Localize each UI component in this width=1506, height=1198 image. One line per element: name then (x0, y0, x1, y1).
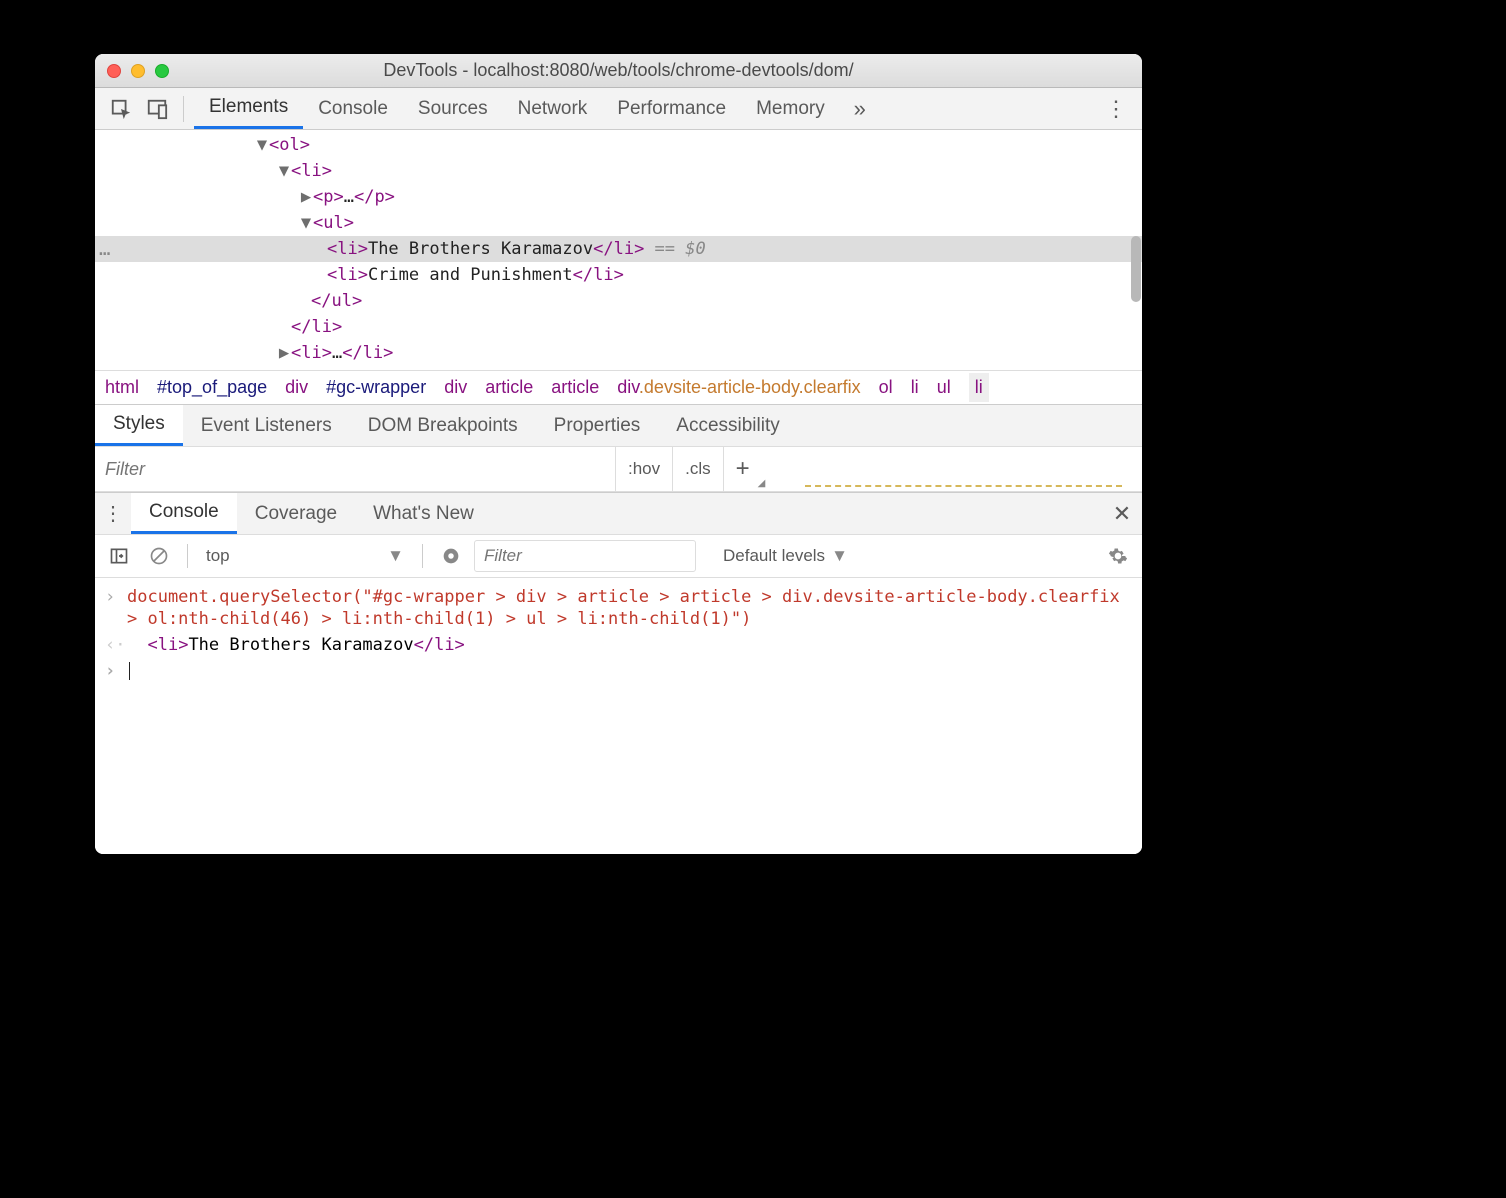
breadcrumb-item[interactable]: #top_of_page (157, 377, 267, 398)
breadcrumb-item[interactable]: div (285, 377, 308, 398)
dom-node-row[interactable]: <li>Crime and Punishment</li> (95, 262, 1142, 288)
breadcrumb-item[interactable]: li (969, 373, 989, 402)
breadcrumb-item[interactable]: article (551, 377, 599, 398)
sub-tab-styles[interactable]: Styles (95, 405, 183, 446)
device-toolbar-icon[interactable] (141, 93, 173, 125)
breadcrumb-item[interactable]: ol (879, 377, 893, 398)
box-model-preview (805, 485, 1122, 491)
separator (183, 96, 184, 122)
drawer-tab-what-s-new[interactable]: What's New (355, 493, 492, 534)
sub-tab-accessibility[interactable]: Accessibility (658, 405, 797, 446)
tab-sources[interactable]: Sources (403, 88, 503, 129)
tab-console[interactable]: Console (303, 88, 403, 129)
console-output[interactable]: › document.querySelector("#gc-wrapper > … (95, 578, 1142, 854)
console-filter-input[interactable] (475, 541, 695, 571)
breadcrumb-item[interactable]: html (105, 377, 139, 398)
dom-node-row[interactable]: ▼<li> (95, 158, 1142, 184)
console-input-text: document.querySelector("#gc-wrapper > di… (127, 586, 1132, 630)
output-chevron-icon: ‹· (105, 634, 127, 656)
dom-node-row[interactable]: ▶<p>…</p> (95, 184, 1142, 210)
dom-node-row[interactable]: ▶<li>…</li> (95, 340, 1142, 366)
elements-dom-tree[interactable]: ▼<ol>▼<li>▶<p>…</p>▼<ul><li>The Brothers… (95, 130, 1142, 370)
drawer-menu-icon[interactable]: ⋮ (95, 501, 131, 526)
tab-network[interactable]: Network (503, 88, 603, 129)
console-output-text: <li>The Brothers Karamazov</li> (127, 634, 1132, 656)
live-expression-icon[interactable] (435, 540, 467, 572)
scrollbar-thumb[interactable] (1131, 236, 1141, 302)
more-tabs-icon[interactable]: » (844, 93, 876, 125)
input-chevron-icon: › (105, 586, 127, 630)
dom-node-row[interactable]: ▼<ul> (95, 210, 1142, 236)
drawer-tab-console[interactable]: Console (131, 493, 237, 534)
tab-elements[interactable]: Elements (194, 88, 303, 129)
console-settings-icon[interactable] (1102, 540, 1134, 572)
inspect-element-icon[interactable] (105, 93, 137, 125)
console-input-row: › document.querySelector("#gc-wrapper > … (95, 584, 1142, 632)
separator (422, 544, 423, 568)
breadcrumb-item[interactable]: ul (937, 377, 951, 398)
console-sidebar-toggle-icon[interactable] (103, 540, 135, 572)
tab-performance[interactable]: Performance (602, 88, 741, 129)
new-style-rule-button[interactable]: + (723, 447, 762, 491)
dom-node-row[interactable]: ▼<ol> (95, 132, 1142, 158)
console-prompt-input[interactable] (127, 660, 1132, 682)
console-toolbar: top▼ Default levels▼ (95, 534, 1142, 578)
dom-node-row[interactable]: </li> (95, 314, 1142, 340)
breadcrumb-item[interactable]: div.devsite-article-body.clearfix (617, 377, 860, 398)
breadcrumb-item[interactable]: li (911, 377, 919, 398)
breadcrumb-item[interactable]: article (485, 377, 533, 398)
sub-tab-dom-breakpoints[interactable]: DOM Breakpoints (350, 405, 536, 446)
prompt-chevron-icon: › (105, 660, 127, 682)
sub-tab-event-listeners[interactable]: Event Listeners (183, 405, 350, 446)
drawer-tabs: ⋮ ConsoleCoverageWhat's New ✕ (95, 492, 1142, 534)
console-output-row: ‹· <li>The Brothers Karamazov</li> (95, 632, 1142, 658)
window-title: DevTools - localhost:8080/web/tools/chro… (95, 60, 1142, 81)
log-levels-select[interactable]: Default levels▼ (723, 546, 848, 566)
dom-breadcrumb: html #top_of_page div #gc-wrapper div article… (95, 370, 1142, 404)
styles-toolbar: :hov .cls + ◢ (95, 446, 1142, 492)
close-drawer-icon[interactable]: ✕ (1102, 501, 1142, 527)
main-tabs: ElementsConsoleSourcesNetworkPerformance… (95, 88, 1142, 130)
breadcrumb-item[interactable]: div (444, 377, 467, 398)
console-prompt-row[interactable]: › (95, 658, 1142, 684)
expand-corner-icon[interactable]: ◢ (758, 478, 766, 491)
styles-filter-input[interactable] (95, 447, 615, 491)
elements-sub-tabs: StylesEvent ListenersDOM BreakpointsProp… (95, 404, 1142, 446)
devtools-window: DevTools - localhost:8080/web/tools/chro… (95, 54, 1142, 854)
drawer-tab-coverage[interactable]: Coverage (237, 493, 355, 534)
separator (187, 544, 188, 568)
cls-toggle[interactable]: .cls (672, 447, 723, 491)
clear-console-icon[interactable] (143, 540, 175, 572)
dom-node-row[interactable]: </ul> (95, 288, 1142, 314)
titlebar: DevTools - localhost:8080/web/tools/chro… (95, 54, 1142, 88)
hov-toggle[interactable]: :hov (615, 447, 672, 491)
line-actions-icon[interactable]: … (99, 236, 111, 262)
kebab-menu-icon[interactable]: ⋮ (1100, 93, 1132, 125)
sub-tab-properties[interactable]: Properties (536, 405, 659, 446)
tab-memory[interactable]: Memory (741, 88, 840, 129)
execution-context-select[interactable]: top▼ (200, 546, 410, 566)
dom-node-row[interactable]: <li>The Brothers Karamazov</li> == $0 (95, 236, 1142, 262)
breadcrumb-item[interactable]: #gc-wrapper (326, 377, 426, 398)
